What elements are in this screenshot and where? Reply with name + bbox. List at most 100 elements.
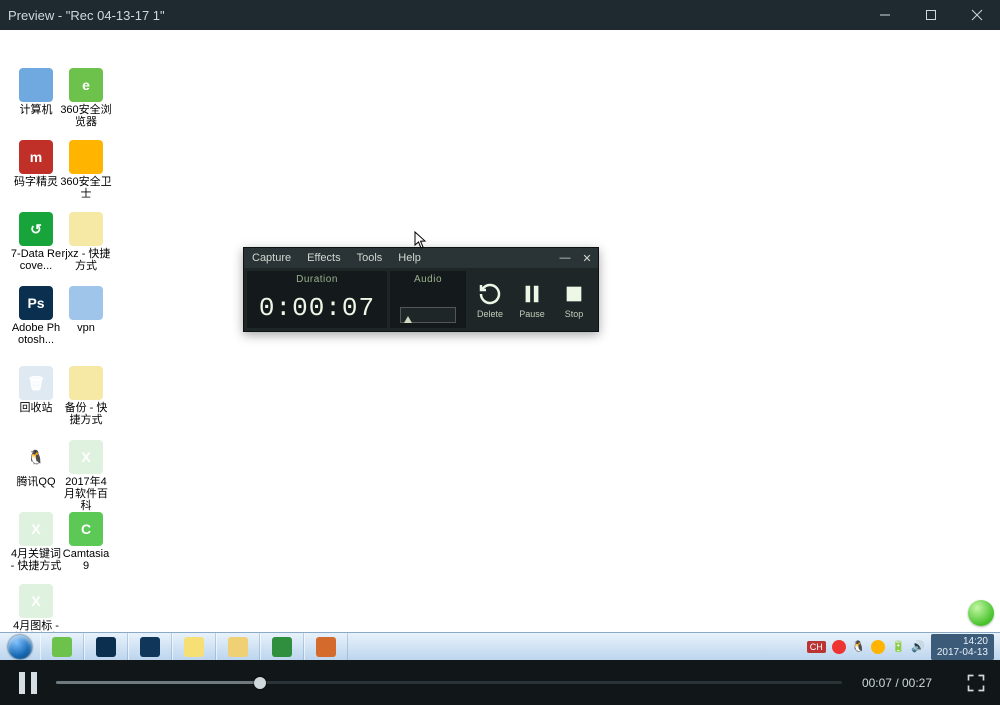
recorder-controls: Delete Pause Stop bbox=[469, 271, 595, 328]
ps-icon: Ps bbox=[19, 286, 53, 320]
desktop-icon-label: 360安全卫士 bbox=[60, 176, 112, 200]
desktop-icon-backup[interactable]: 备份 - 快捷方式 bbox=[60, 366, 112, 426]
qq-icon: 🐧 bbox=[19, 440, 53, 474]
desktop-icon-qq[interactable]: 🐧 腾讯QQ bbox=[10, 440, 62, 488]
excel-icon bbox=[272, 637, 292, 657]
taskbar-item-camtasia[interactable] bbox=[304, 633, 348, 660]
computer-icon bbox=[19, 68, 53, 102]
seek-fill bbox=[56, 681, 260, 684]
cursor-icon bbox=[414, 231, 428, 249]
preview-stage: 计算机e360安全浏览器m 码字精灵360安全卫士 ↺7-Data Recove..… bbox=[0, 30, 1000, 660]
desktop-icon-vpn[interactable]: vpn bbox=[60, 286, 112, 334]
desktop-icon-recycle[interactable]: 🗑 回收站 bbox=[10, 366, 62, 414]
desktop-icon-rjxz[interactable]: rjxz - 快捷方式 bbox=[60, 212, 112, 272]
rjxz-icon bbox=[69, 212, 103, 246]
desktop-icon-label: Adobe Photosh... bbox=[10, 322, 62, 346]
fullscreen-icon bbox=[966, 673, 986, 693]
desktop-icon-camtasia[interactable]: CCamtasia 9 bbox=[60, 512, 112, 572]
ps2-icon bbox=[140, 637, 160, 657]
maximize-button[interactable] bbox=[908, 0, 954, 30]
tray-clock[interactable]: 14:20 2017-04-13 bbox=[931, 634, 994, 660]
recycle-icon: 🗑 bbox=[19, 366, 53, 400]
close-button[interactable] bbox=[954, 0, 1000, 30]
taskbar-item-explorer[interactable] bbox=[216, 633, 260, 660]
recorder-close-button[interactable]: ✕ bbox=[576, 252, 598, 265]
duration-label: Duration bbox=[296, 274, 338, 285]
tray-battery-icon[interactable]: 🔋 bbox=[891, 640, 905, 653]
minimize-button[interactable] bbox=[862, 0, 908, 30]
player-bar: 00:07 / 00:27 bbox=[0, 660, 1000, 705]
desktop-icon-guard360[interactable]: 360安全卫士 bbox=[60, 140, 112, 200]
windows-orb-icon bbox=[8, 635, 32, 659]
desktop-icon-computer[interactable]: 计算机 bbox=[10, 68, 62, 116]
tray-sound-icon[interactable]: 🔊 bbox=[911, 640, 925, 653]
desktop-icon-label: 腾讯QQ bbox=[10, 476, 62, 488]
player-time: 00:07 / 00:27 bbox=[842, 676, 952, 690]
desktop-icon-label: Camtasia 9 bbox=[60, 548, 112, 572]
start-button[interactable] bbox=[0, 633, 40, 660]
tray-qq-icon[interactable]: 🐧 bbox=[852, 640, 866, 653]
taskbar-item-excel[interactable] bbox=[260, 633, 304, 660]
audio-panel: Audio bbox=[390, 271, 466, 328]
desktop-icon-excel1[interactable]: X2017年4月软件百科 bbox=[60, 440, 112, 512]
menu-effects[interactable]: Effects bbox=[299, 252, 348, 264]
seek-track[interactable] bbox=[56, 660, 842, 705]
pause-button[interactable]: Pause bbox=[513, 281, 551, 319]
total-time: 00:27 bbox=[902, 676, 932, 690]
titlebar: Preview - "Rec 04-13-17 1" bbox=[0, 0, 1000, 30]
menu-tools[interactable]: Tools bbox=[349, 252, 391, 264]
seek-knob[interactable] bbox=[254, 677, 266, 689]
taskbar-item-note[interactable] bbox=[172, 633, 216, 660]
elapsed-time: 00:07 bbox=[862, 676, 892, 690]
desktop-icon-label: 2017年4月软件百科 bbox=[60, 476, 112, 512]
taskbar-item-ps[interactable] bbox=[84, 633, 128, 660]
duration-panel: Duration 0:00:07 bbox=[247, 271, 387, 328]
system-tray: CH 🐧 🔋 🔊 14:20 2017-04-13 bbox=[801, 633, 1000, 660]
excel2-icon: X bbox=[19, 584, 53, 618]
desktop-icon-label: 码字精灵 bbox=[10, 176, 62, 188]
pause-icon bbox=[19, 672, 37, 694]
mazi-icon: m bbox=[19, 140, 53, 174]
duration-value: 0:00:07 bbox=[259, 293, 375, 323]
audio-meter[interactable] bbox=[400, 307, 456, 323]
desktop-icon-ps[interactable]: PsAdobe Photosh... bbox=[10, 286, 62, 346]
tray-time: 14:20 bbox=[937, 636, 988, 647]
menu-help[interactable]: Help bbox=[390, 252, 429, 264]
tray-sogou-icon[interactable] bbox=[832, 640, 846, 654]
desktop-icon-browser360[interactable]: e360安全浏览器 bbox=[60, 68, 112, 128]
backup-icon bbox=[69, 366, 103, 400]
tray-date: 2017-04-13 bbox=[937, 647, 988, 658]
desktop-icon-7data[interactable]: ↺7-Data Recove... bbox=[10, 212, 62, 272]
desktop-icon-keyword[interactable]: X4月关键词 - 快捷方式 bbox=[10, 512, 62, 572]
delete-label: Delete bbox=[477, 309, 503, 319]
recorder-window[interactable]: Capture Effects Tools Help — ✕ Duration … bbox=[243, 247, 599, 332]
browser-icon bbox=[52, 637, 72, 657]
undo-icon bbox=[477, 281, 503, 307]
vpn-icon bbox=[69, 286, 103, 320]
fullscreen-button[interactable] bbox=[952, 673, 1000, 693]
stop-label: Stop bbox=[565, 309, 584, 319]
tray-lang[interactable]: CH bbox=[807, 641, 826, 653]
desktop-icon-label: 备份 - 快捷方式 bbox=[60, 402, 112, 426]
stop-button[interactable]: Stop bbox=[555, 281, 593, 319]
delete-button[interactable]: Delete bbox=[471, 281, 509, 319]
desktop-icon-label: vpn bbox=[60, 322, 112, 334]
taskbar-item-browser[interactable] bbox=[40, 633, 84, 660]
desktop-icon-mazi[interactable]: m 码字精灵 bbox=[10, 140, 62, 188]
windows-taskbar: CH 🐧 🔋 🔊 14:20 2017-04-13 bbox=[0, 632, 1000, 660]
recorder-minimize-button[interactable]: — bbox=[554, 252, 576, 264]
badge-icon[interactable] bbox=[968, 600, 994, 626]
recorder-menubar: Capture Effects Tools Help — ✕ bbox=[244, 248, 598, 268]
desktop-icon-label: 4月关键词 - 快捷方式 bbox=[10, 548, 62, 572]
menu-capture[interactable]: Capture bbox=[244, 252, 299, 264]
stop-icon bbox=[561, 281, 587, 307]
desktop-icon-label: 回收站 bbox=[10, 402, 62, 414]
ps-icon bbox=[96, 637, 116, 657]
tray-360-icon[interactable] bbox=[871, 640, 885, 654]
desktop-icon-label: rjxz - 快捷方式 bbox=[60, 248, 112, 272]
play-pause-button[interactable] bbox=[0, 660, 56, 705]
taskbar-item-ps2[interactable] bbox=[128, 633, 172, 660]
desktop-icon-label: 7-Data Recove... bbox=[10, 248, 62, 272]
window-title: Preview - "Rec 04-13-17 1" bbox=[8, 8, 862, 23]
desktop-icon-label: 360安全浏览器 bbox=[60, 104, 112, 128]
